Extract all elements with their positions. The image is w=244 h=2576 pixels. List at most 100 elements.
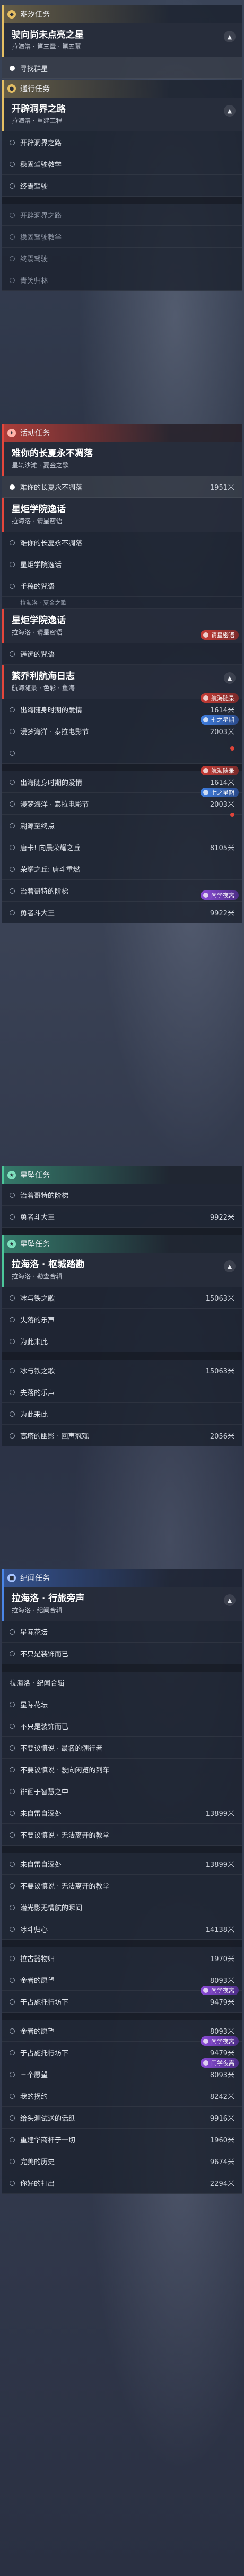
quest-tag-badge: 闹学夜离 (201, 1986, 239, 1995)
quest-title: 星炬学院逸话 (12, 504, 66, 515)
quest-step[interactable]: 难你的长夏永不凋落 1951米 (2, 476, 242, 498)
collapse-icon[interactable]: ▲ (224, 1594, 236, 1606)
quest-step[interactable]: 星炬学院逸话 (2, 553, 242, 575)
section-header-mission[interactable]: ● 通行任务 (2, 80, 242, 98)
quest-step[interactable]: 遥远的咒语 (2, 643, 242, 665)
quest-title: 拉海洛 · 行旅旁声 (12, 1593, 85, 1604)
quest-step[interactable]: 重建华商杆于一切 1960米 (2, 2129, 242, 2150)
quest-tag-badge: 闹学夜离 (201, 2036, 239, 2046)
quest-step[interactable]: 终焉驾驶 (2, 248, 242, 269)
quest-subtitle: 拉海洛 · 重建工程 (12, 117, 63, 125)
quest-step[interactable]: 于占施托行坊下 9479米 闹学夜离 (2, 1986, 242, 2013)
quest-step[interactable]: 我的拐约 8242米 (2, 2085, 242, 2107)
section-header-tidal[interactable]: ◆ 潮汐任务 (2, 5, 242, 23)
section-title: 星坠任务 (20, 1240, 50, 1249)
quest-step[interactable]: 冰与铁之歌 15063米 (2, 1287, 242, 1309)
quest-step[interactable]: 终焉驾驶 (2, 175, 242, 197)
quest-step[interactable]: 未自雷自深处 13899米 (2, 1853, 242, 1875)
quest-step[interactable]: 漫梦海洋 · 泰拉电影节 2003米 七之星期 (2, 715, 242, 742)
quest-step[interactable]: 潜光影无情航的瞬间 (2, 1896, 242, 1918)
quest-step[interactable]: 勇者斗大王 9922米 (2, 1206, 242, 1228)
quest-card-4[interactable]: 星炬学院逸话 拉海洛 · 请星密语 (2, 498, 242, 532)
quest-step[interactable]: 未自雷自深处 13899米 (2, 1802, 242, 1824)
quest-step[interactable]: 青笑归林 (2, 269, 242, 291)
quest-card-4b[interactable]: 星炬学院逸话 拉海洛 · 请星密语 请星密语 (2, 609, 242, 643)
quest-title: 难你的长夏永不凋落 (12, 448, 93, 459)
star-icon: ★ (7, 1171, 16, 1179)
event-quest-block: ✦ 活动任务 难你的长夏永不凋落 星轨沙滩 · 夏金之歌 难你的长夏永不凋落 19… (2, 424, 242, 923)
section-title: 纪闻任务 (20, 1574, 50, 1583)
tidal-icon: ◆ (7, 10, 16, 19)
quest-step[interactable]: 失落的乐声 (2, 1381, 242, 1403)
section-header-travelogue[interactable]: ■ 纪闻任务 (2, 1569, 242, 1587)
quest-tag-badge: 航海随录 (201, 693, 239, 703)
quest-step[interactable]: 三个愿望 8093米 闹学夜离 (2, 2058, 242, 2085)
quest-step[interactable]: 失落的乐声 (2, 1309, 242, 1330)
quest-step[interactable]: 为此来此 (2, 1403, 242, 1425)
quest-step[interactable]: 稳固驾驶教学 (2, 226, 242, 248)
quest-step[interactable]: 手稿的咒语 (2, 575, 242, 597)
quest-step[interactable]: 溯源至终点 (2, 813, 242, 836)
collapse-icon[interactable]: ▲ (224, 31, 236, 42)
quest-step[interactable]: 稳固驾驶教学 (2, 153, 242, 175)
quest-tag-badge: 闹学夜离 (201, 2058, 239, 2068)
quest-subtitle: 拉海洛 · 第三章 · 第五幕 (12, 43, 81, 50)
quest-step[interactable]: 给头测试送的话纸 9916米 (2, 2107, 242, 2129)
quest-step[interactable]: 你好的打出 2294米 (2, 2172, 242, 2194)
quest-step[interactable]: 唐卡! 向晨荣耀之丘 8105米 (2, 836, 242, 858)
quest-step[interactable]: 不只是装饰而已 (2, 1715, 242, 1737)
quest-step[interactable]: 治着哥特的阶梯 (2, 1184, 242, 1206)
quest-step[interactable]: 星际花坛 (2, 1621, 242, 1643)
section-title: 通行任务 (20, 85, 50, 93)
section-title: 潮汐任务 (20, 11, 50, 19)
travelogue-quest-block: ■ 纪闻任务 拉海洛 · 行旅旁声 拉海洛 · 纪闻合辑 ▲ 星际花坛 不只是装… (2, 1569, 242, 2194)
fragment-row: 拉海洛 · 夏金之歌 (2, 597, 242, 609)
quest-tag-badge: 七之星期 (201, 788, 239, 797)
section-title: 活动任务 (20, 429, 50, 438)
quest-step[interactable]: 不只是装饰而已 (2, 1643, 242, 1664)
quest-step[interactable]: 不要议慎说 · 驶向闲览的列车 (2, 1759, 242, 1780)
quest-step[interactable]: 难你的长夏永不凋落 (2, 532, 242, 553)
section-header-starfall-2[interactable]: ★ 星坠任务 (2, 1235, 242, 1253)
quest-step[interactable]: 拉古器物归 1970米 (2, 1947, 242, 1969)
quest-step[interactable]: 治着哥特的阶梯 闹学夜离 (2, 880, 242, 902)
quest-step[interactable]: 冰与铁之歌 15063米 (2, 1360, 242, 1381)
step-dot-icon (10, 66, 15, 71)
quest-step[interactable]: 开辟洞界之路 (2, 204, 242, 226)
quest-step[interactable]: 为此来此 (2, 1330, 242, 1352)
section-header-event[interactable]: ✦ 活动任务 (2, 424, 242, 442)
quest-title: 繁乔利航海日志 (12, 671, 75, 682)
quest-step[interactable]: 不要议慎说 · 最名的潮行者 (2, 1737, 242, 1759)
quest-title: 开辟洞界之路 (12, 104, 66, 114)
quest-step[interactable]: 徘徊于智慧之中 (2, 1780, 242, 1802)
collapse-icon[interactable]: ▲ (224, 1260, 236, 1272)
quest-card-1[interactable]: 驶向尚未点亮之星 拉海洛 · 第三章 · 第五幕 ▲ (2, 23, 242, 57)
collapse-icon[interactable]: ▲ (224, 105, 236, 117)
group-label: 拉海洛 · 纪闻合辑 (2, 1672, 242, 1693)
quest-step[interactable]: 漫梦海洋 · 泰拉电影节 2003米 七之星期 (2, 788, 242, 815)
quest-card-2[interactable]: 开辟洞界之路 拉海洛 · 重建工程 ▲ (2, 98, 242, 131)
quest-step[interactable]: 寻找群星 (2, 57, 242, 79)
quest-title: 驶向尚未点亮之星 (12, 30, 84, 40)
quest-card-7[interactable]: 拉海洛 · 行旅旁声 拉海洛 · 纪闻合辑 ▲ (2, 1587, 242, 1621)
quest-step[interactable]: 高塔的幽影 · 回声冠观 2056米 (2, 1425, 242, 1446)
quest-step[interactable]: 不要议慎说 · 无法离开的教堂 (2, 1875, 242, 1896)
quest-card-3[interactable]: 难你的长夏永不凋落 星轨沙滩 · 夏金之歌 (2, 442, 242, 476)
quest-step[interactable]: 不要议慎说 · 无法离开的教堂 (2, 1824, 242, 1846)
starfall-quest-block: ★ 星坠任务 治着哥特的阶梯 勇者斗大王 9922米 ★ 星坠任务 拉海洛 · 枢… (2, 1166, 242, 1446)
quest-step[interactable]: 荣耀之丘: 唐斗重燃 (2, 858, 242, 880)
quest-card-6[interactable]: 拉海洛 · 枢城踏勘 拉海洛 · 勘查合辑 ▲ (2, 1253, 242, 1287)
collapse-icon[interactable]: ▲ (224, 672, 236, 684)
quest-step[interactable]: 开辟洞界之路 (2, 131, 242, 153)
quest-tag-badge: 闹学夜离 (201, 890, 239, 900)
quest-step[interactable] (2, 742, 242, 764)
section-header-starfall[interactable]: ★ 星坠任务 (2, 1166, 242, 1184)
star-icon: ★ (7, 1240, 16, 1248)
quest-step[interactable]: 完美的历史 9674米 (2, 2150, 242, 2172)
quest-step[interactable]: 星际花坛 (2, 1693, 242, 1715)
book-icon: ■ (7, 1574, 16, 1582)
quest-tag-badge: 请星密语 (201, 630, 239, 640)
tidal-quest-block: ◆ 潮汐任务 驶向尚未点亮之星 拉海洛 · 第三章 · 第五幕 ▲ 寻找群星 (2, 5, 242, 79)
quest-step[interactable]: 勇者斗大王 9922米 (2, 902, 242, 923)
quest-step[interactable]: 冰斗归心 14138米 (2, 1918, 242, 1940)
